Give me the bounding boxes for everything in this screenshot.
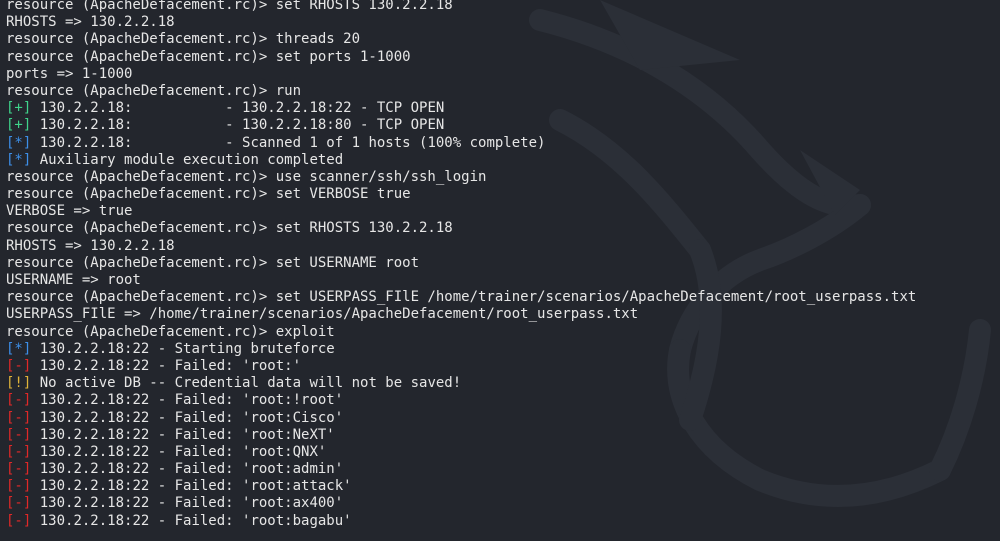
line-text: USERPASS_FIlE => /home/trainer/scenarios… [6, 306, 639, 323]
line-text: resource (ApacheDefacement.rc)> set RHOS… [6, 220, 453, 237]
status-tag-minus: [-] [6, 426, 32, 443]
line-text: 130.2.2.18: - 130.2.2.18:22 - TCP OPEN [31, 100, 445, 117]
line-text: ports => 1-1000 [6, 65, 133, 82]
status-tag-minus: [-] [6, 357, 32, 374]
line-text: resource (ApacheDefacement.rc)> set port… [6, 48, 411, 65]
terminal-line: resource (ApacheDefacement.rc)> use scan… [6, 169, 916, 186]
terminal-line: [-] 130.2.2.18:22 - Failed: 'root:!root' [6, 392, 916, 409]
line-text: Auxiliary module execution completed [31, 151, 344, 168]
terminal-line: [*] 130.2.2.18: - Scanned 1 of 1 hosts (… [6, 135, 916, 152]
terminal-line: [-] 130.2.2.18:22 - Failed: 'root:bagabu… [6, 513, 916, 530]
line-text: resource (ApacheDefacement.rc)> threads … [6, 31, 361, 48]
status-tag-bang: [!] [6, 375, 32, 392]
status-tag-minus: [-] [6, 409, 32, 426]
terminal-line: ports => 1-1000 [6, 66, 916, 83]
line-text: 130.2.2.18: - Scanned 1 of 1 hosts (100%… [31, 134, 546, 151]
terminal-line: [-] 130.2.2.18:22 - Failed: 'root:Cisco' [6, 410, 916, 427]
status-tag-minus: [-] [6, 461, 32, 478]
terminal-line: RHOSTS => 130.2.2.18 [6, 14, 916, 31]
line-text: resource (ApacheDefacement.rc)> run [6, 82, 302, 99]
status-tag-star: [*] [6, 134, 32, 151]
line-text: 130.2.2.18:22 - Failed: 'root:NeXT' [31, 426, 335, 443]
line-text: No active DB -- Credential data will not… [31, 375, 462, 392]
terminal-line: resource (ApacheDefacement.rc)> set RHOS… [6, 220, 916, 237]
terminal-window[interactable]: resource (ApacheDefacement.rc)> set RHOS… [0, 0, 1000, 541]
status-tag-star: [*] [6, 151, 32, 168]
line-text: 130.2.2.18:22 - Failed: 'root:Cisco' [31, 409, 344, 426]
terminal-line: [-] 130.2.2.18:22 - Failed: 'root:admin' [6, 461, 916, 478]
line-text: 130.2.2.18: - 130.2.2.18:80 - TCP OPEN [31, 117, 445, 134]
status-tag-star: [*] [6, 340, 32, 357]
line-text: resource (ApacheDefacement.rc)> exploit [6, 323, 335, 340]
terminal-line: USERPASS_FIlE => /home/trainer/scenarios… [6, 306, 916, 323]
terminal-line: resource (ApacheDefacement.rc)> set port… [6, 49, 916, 66]
terminal-line: [+] 130.2.2.18: - 130.2.2.18:22 - TCP OP… [6, 100, 916, 117]
terminal-line: [*] Auxiliary module execution completed [6, 152, 916, 169]
terminal-line: resource (ApacheDefacement.rc)> exploit [6, 324, 916, 341]
terminal-line: resource (ApacheDefacement.rc)> set VERB… [6, 186, 916, 203]
line-text: 130.2.2.18:22 - Starting bruteforce [31, 340, 335, 357]
terminal-line: [-] 130.2.2.18:22 - Failed: 'root:ax400' [6, 495, 916, 512]
terminal-line: RHOSTS => 130.2.2.18 [6, 238, 916, 255]
status-tag-minus: [-] [6, 443, 32, 460]
status-tag-minus: [-] [6, 392, 32, 409]
line-text: resource (ApacheDefacement.rc)> set RHOS… [6, 0, 453, 13]
terminal-line: resource (ApacheDefacement.rc)> run [6, 83, 916, 100]
terminal-line: resource (ApacheDefacement.rc)> set USER… [6, 255, 916, 272]
line-text: RHOSTS => 130.2.2.18 [6, 237, 175, 254]
terminal-line: [-] 130.2.2.18:22 - Failed: 'root:NeXT' [6, 427, 916, 444]
terminal-line: [-] 130.2.2.18:22 - Failed: 'root:QNX' [6, 444, 916, 461]
line-text: resource (ApacheDefacement.rc)> use scan… [6, 168, 487, 185]
status-tag-minus: [-] [6, 478, 32, 495]
line-text: resource (ApacheDefacement.rc)> set USER… [6, 289, 917, 306]
line-text: resource (ApacheDefacement.rc)> set USER… [6, 254, 420, 271]
terminal-line: [-] 130.2.2.18:22 - Failed: 'root:attack… [6, 478, 916, 495]
terminal-line: resource (ApacheDefacement.rc)> set USER… [6, 289, 916, 306]
line-text: USERNAME => root [6, 272, 141, 288]
line-text: 130.2.2.18:22 - Failed: 'root:ax400' [31, 495, 344, 512]
terminal-line: [-] 130.2.2.18:22 - Failed: 'root:' [6, 358, 916, 375]
terminal-output[interactable]: resource (ApacheDefacement.rc)> set RHOS… [6, 0, 916, 530]
line-text: 130.2.2.18:22 - Failed: 'root:QNX' [31, 443, 327, 460]
terminal-line: [*] 130.2.2.18:22 - Starting bruteforce [6, 341, 916, 358]
terminal-line: VERBOSE => true [6, 203, 916, 220]
line-text: 130.2.2.18:22 - Failed: 'root:' [31, 357, 302, 374]
terminal-line: [+] 130.2.2.18: - 130.2.2.18:80 - TCP OP… [6, 117, 916, 134]
line-text: 130.2.2.18:22 - Failed: 'root:admin' [31, 461, 344, 478]
line-text: 130.2.2.18:22 - Failed: 'root:attack' [31, 478, 352, 495]
line-text: VERBOSE => true [6, 203, 133, 220]
status-tag-minus: [-] [6, 512, 32, 529]
line-text: resource (ApacheDefacement.rc)> set VERB… [6, 186, 411, 203]
line-text: RHOSTS => 130.2.2.18 [6, 14, 175, 31]
terminal-line: resource (ApacheDefacement.rc)> set RHOS… [6, 0, 916, 14]
terminal-line: resource (ApacheDefacement.rc)> threads … [6, 31, 916, 48]
terminal-line: USERNAME => root [6, 272, 916, 289]
line-text: 130.2.2.18:22 - Failed: 'root:bagabu' [31, 512, 352, 529]
terminal-line: [!] No active DB -- Credential data will… [6, 375, 916, 392]
status-tag-plus: [+] [6, 117, 32, 134]
line-text: 130.2.2.18:22 - Failed: 'root:!root' [31, 392, 344, 409]
status-tag-plus: [+] [6, 100, 32, 117]
status-tag-minus: [-] [6, 495, 32, 512]
